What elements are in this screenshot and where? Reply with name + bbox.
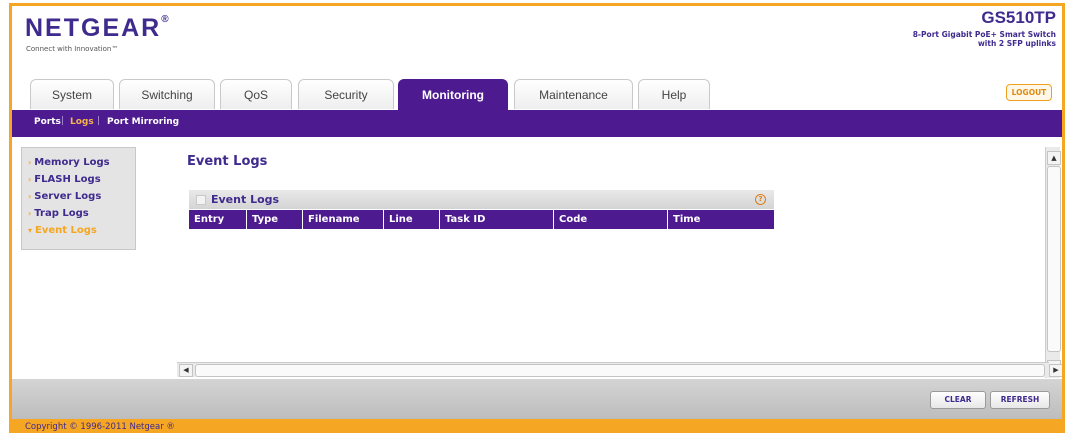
bullet-down-icon: ▾ (28, 226, 33, 235)
tab-system[interactable]: System (30, 79, 114, 109)
submenu-ports[interactable]: Ports (34, 117, 61, 127)
model-name: GS510TP (981, 8, 1056, 27)
column-header-time: Time (667, 210, 774, 229)
nav-item-label: Event Logs (35, 225, 97, 236)
model-desc-line2: with 2 SFP uplinks (977, 39, 1056, 48)
column-header-filename: Filename (302, 210, 384, 229)
nav-item-label: Server Logs (34, 191, 102, 202)
scroll-right-icon[interactable]: ▶ (1049, 364, 1062, 377)
logo-text: NETGEAR (25, 14, 162, 42)
horizontal-scrollbar[interactable]: ◀ ▶ (177, 362, 1062, 377)
nav-item-label: Memory Logs (34, 157, 110, 168)
app-frame: NETGEAR® Connect with Innovation™ GS510T… (9, 3, 1065, 433)
tab-security[interactable]: Security (298, 79, 394, 109)
model-desc-line1: 8-Port Gigabit PoE+ Smart Switch (912, 30, 1056, 39)
bullet-icon: › (28, 158, 32, 167)
button-bar: CLEAR REFRESH (12, 379, 1062, 419)
submenu-bar: Ports | Logs | Port Mirroring (12, 110, 1062, 137)
nav-item-event-logs[interactable]: ▾ Event Logs (28, 225, 97, 236)
model-description: 8-Port Gigabit PoE+ Smart Switch with 2 … (896, 30, 1056, 48)
clear-button[interactable]: CLEAR (930, 391, 986, 409)
panel-title: Event Logs (211, 193, 280, 206)
column-header-type: Type (246, 210, 303, 229)
scroll-left-icon[interactable]: ◀ (179, 364, 193, 377)
column-header-entry: Entry (194, 214, 225, 225)
nav-item-label: FLASH Logs (34, 174, 101, 185)
nav-item-flash-logs[interactable]: › FLASH Logs (28, 174, 101, 185)
submenu-logs[interactable]: Logs (70, 117, 94, 127)
nav-item-label: Trap Logs (34, 208, 89, 219)
submenu-separator: | (97, 116, 101, 126)
tab-maintenance[interactable]: Maintenance (514, 79, 633, 109)
panel-header: Event Logs ? (189, 190, 774, 209)
tab-switching[interactable]: Switching (119, 79, 215, 109)
bullet-icon: › (28, 192, 32, 201)
scroll-up-icon[interactable]: ▲ (1047, 151, 1061, 165)
tab-help[interactable]: Help (638, 79, 710, 109)
footer: Copyright © 1996-2011 Netgear ® (12, 419, 1062, 433)
collapse-icon[interactable] (196, 195, 206, 205)
netgear-logo: NETGEAR® (25, 14, 171, 42)
event-logs-table: Entry Type Filename Line Task ID Code Ti… (189, 210, 774, 229)
logout-button[interactable]: LOGOUT (1006, 84, 1052, 101)
nav-item-server-logs[interactable]: › Server Logs (28, 191, 101, 202)
tagline: Connect with Innovation™ (26, 45, 119, 53)
vertical-scroll-thumb[interactable] (1047, 166, 1061, 352)
tab-qos[interactable]: QoS (220, 79, 292, 109)
bullet-icon: › (28, 209, 32, 218)
header: NETGEAR® Connect with Innovation™ GS510T… (12, 6, 1062, 84)
copyright-text: Copyright © 1996-2011 Netgear ® (25, 422, 175, 432)
bullet-icon: › (28, 175, 32, 184)
table-header-row: Entry Type Filename Line Task ID Code Ti… (189, 210, 774, 229)
horizontal-scroll-thumb[interactable] (195, 364, 1045, 377)
submenu-port-mirroring[interactable]: Port Mirroring (107, 117, 179, 127)
column-header-code: Code (553, 210, 668, 229)
column-header-line: Line (383, 210, 440, 229)
refresh-button[interactable]: REFRESH (990, 391, 1050, 409)
nav-item-memory-logs[interactable]: › Memory Logs (28, 157, 110, 168)
tab-monitoring[interactable]: Monitoring (398, 79, 508, 111)
left-nav: › Memory Logs › FLASH Logs › Server Logs › T… (21, 147, 136, 250)
help-icon[interactable]: ? (755, 194, 766, 205)
nav-item-trap-logs[interactable]: › Trap Logs (28, 208, 89, 219)
page-title: Event Logs (187, 154, 268, 169)
vertical-scrollbar[interactable]: ▲ ▼ (1045, 147, 1061, 378)
column-header-task-id: Task ID (439, 210, 554, 229)
submenu-separator: | (61, 116, 65, 126)
